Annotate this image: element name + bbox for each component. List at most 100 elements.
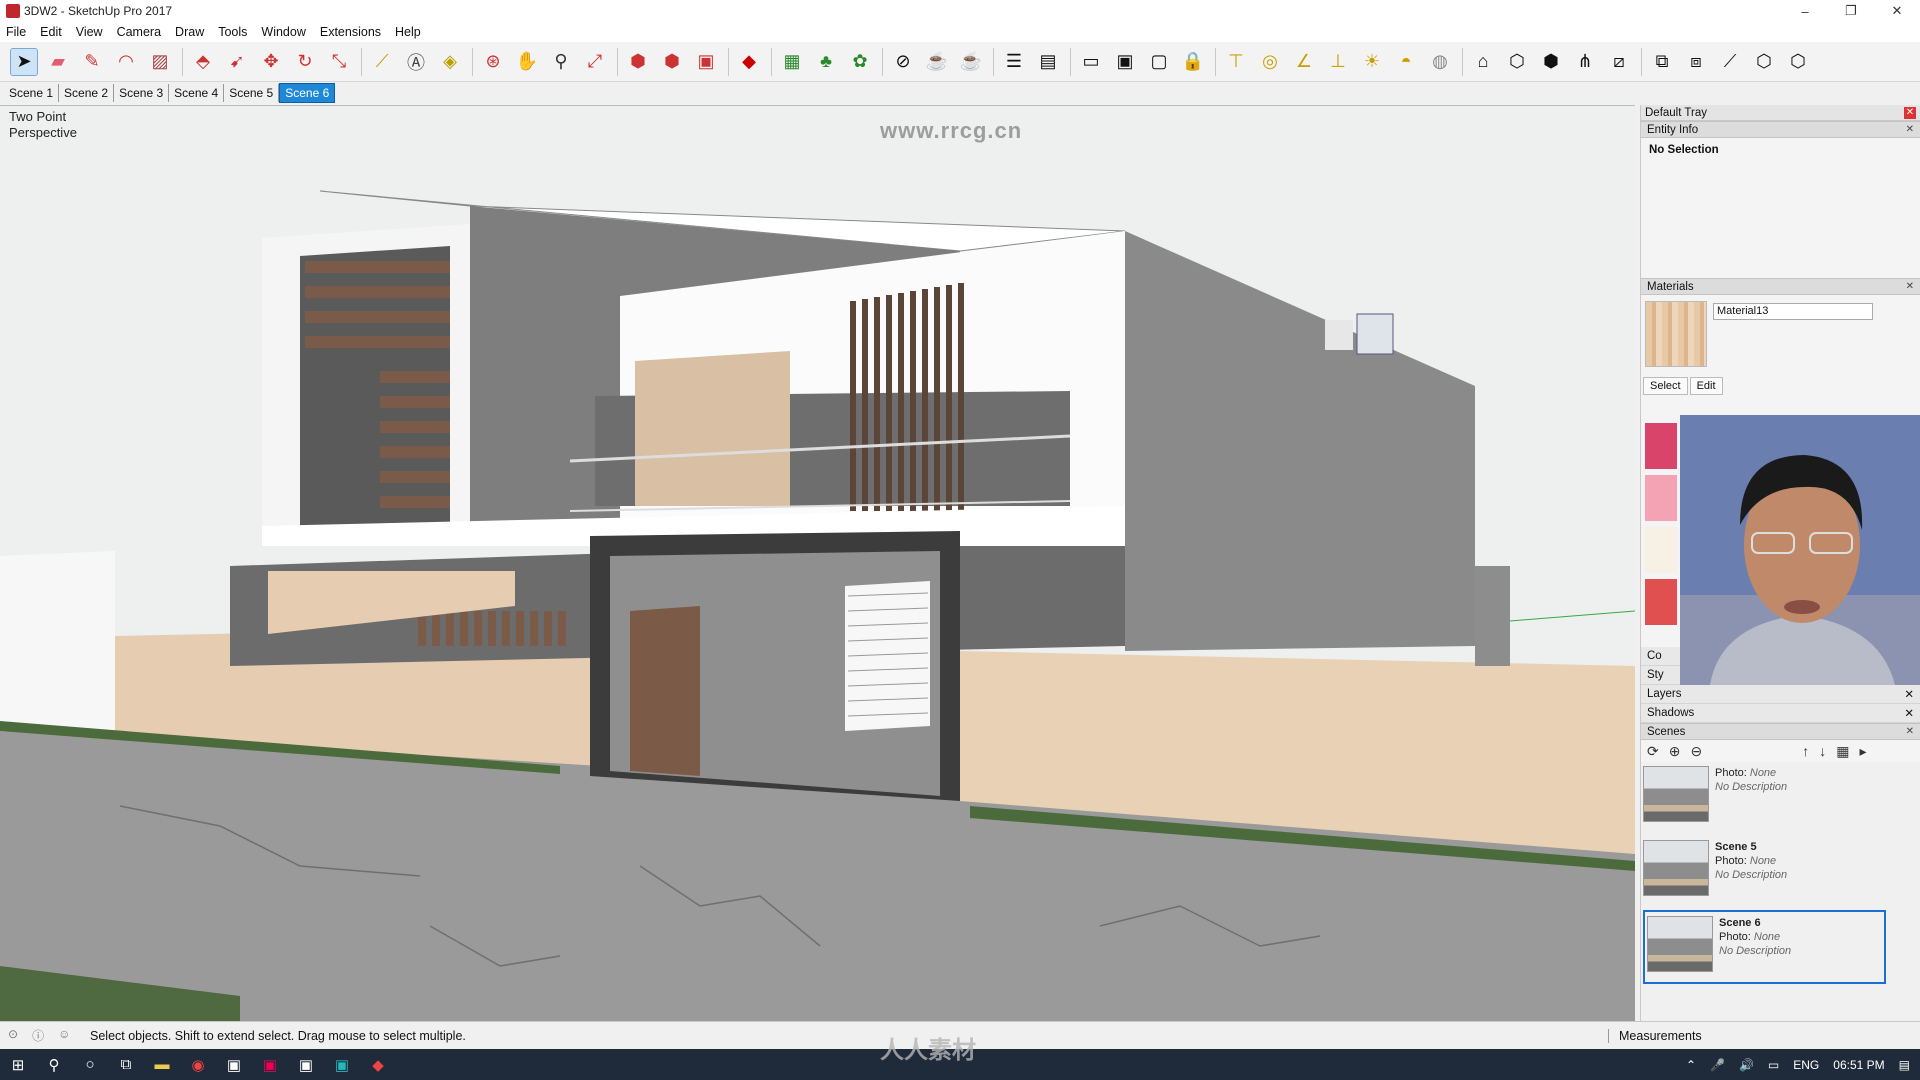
tab-scene-1[interactable]: Scene 1: [4, 84, 60, 102]
tab-select[interactable]: Select: [1643, 377, 1688, 395]
file-explorer-icon[interactable]: ▬: [144, 1049, 180, 1080]
menu-tools[interactable]: Tools: [218, 25, 247, 39]
panel-close-icon[interactable]: ✕: [1906, 726, 1914, 737]
network-icon[interactable]: ▭: [1768, 1058, 1779, 1072]
extension-warehouse-icon[interactable]: ⬢: [658, 48, 686, 76]
material-color-swatch[interactable]: [1645, 527, 1677, 573]
pan-icon[interactable]: ✋: [513, 48, 541, 76]
measurements-box[interactable]: Measurements: [1608, 1028, 1702, 1043]
menu-help[interactable]: Help: [395, 25, 421, 39]
teapot-hand-icon[interactable]: ☕: [957, 48, 985, 76]
select-icon[interactable]: ➤: [10, 47, 38, 76]
scene-list-item[interactable]: Scene 5 Photo: None No Description: [1641, 836, 1920, 910]
circle-icon[interactable]: ◎: [1256, 48, 1284, 76]
chevron-up-icon[interactable]: ⌃: [1686, 1058, 1696, 1072]
arc-icon[interactable]: ◠: [112, 48, 140, 76]
grass-icon[interactable]: ⋔: [1571, 48, 1599, 76]
materials-header[interactable]: Materials ✕: [1641, 278, 1920, 295]
scenes-header[interactable]: Scenes ✕: [1641, 723, 1920, 740]
tab-scene-5[interactable]: Scene 5: [224, 84, 280, 102]
tab-scene-6[interactable]: Scene 6: [279, 83, 336, 103]
lock-icon[interactable]: 🔒: [1179, 48, 1207, 76]
close-button[interactable]: ✕: [1874, 0, 1920, 22]
sketchup-taskbar-icon[interactable]: ◆: [360, 1049, 396, 1080]
box2-icon[interactable]: ⬢: [1537, 48, 1565, 76]
layers-panel-header[interactable]: Layers ✕: [1641, 685, 1920, 704]
stamp-icon[interactable]: ⊤: [1222, 48, 1250, 76]
entity-info-header[interactable]: Entity Info ✕: [1641, 121, 1920, 138]
panel-close-icon[interactable]: ✕: [1906, 281, 1914, 292]
shadows-panel-header[interactable]: Shadows ✕: [1641, 704, 1920, 723]
sun-icon[interactable]: ☀: [1358, 48, 1386, 76]
sandbox-icon[interactable]: ▦: [778, 48, 806, 76]
panel-close-icon[interactable]: ✕: [1906, 124, 1914, 135]
menu-view[interactable]: View: [76, 25, 103, 39]
layout-icon[interactable]: ▣: [692, 48, 720, 76]
material-swatch[interactable]: [1645, 301, 1707, 367]
component-icon[interactable]: ⧈: [1682, 48, 1710, 76]
tray-close-icon[interactable]: ✕: [1904, 106, 1916, 119]
camera-icon[interactable]: ⌂: [1469, 48, 1497, 76]
pencil-icon[interactable]: ✎: [78, 48, 106, 76]
text-icon[interactable]: Ⓐ: [402, 48, 430, 76]
axes-icon[interactable]: ⊥: [1324, 48, 1352, 76]
protractor-icon[interactable]: ∠: [1290, 48, 1318, 76]
tape-measure-icon[interactable]: ⟋: [368, 48, 396, 76]
notifications-icon[interactable]: ▤: [1899, 1058, 1910, 1072]
volume-icon[interactable]: 🔊: [1739, 1058, 1754, 1072]
tab-scene-4[interactable]: Scene 4: [169, 84, 225, 102]
tab-scene-2[interactable]: Scene 2: [59, 84, 115, 102]
tab-edit[interactable]: Edit: [1689, 377, 1723, 395]
iso-icon[interactable]: ⬡: [1750, 48, 1778, 76]
scene-list-item-selected[interactable]: Scene 6 Photo: None No Description: [1643, 910, 1886, 984]
add-scene-icon[interactable]: ⊕: [1669, 743, 1681, 760]
tree-icon[interactable]: ♣: [812, 48, 840, 76]
move-down-icon[interactable]: ↓: [1819, 743, 1826, 759]
move-up-icon[interactable]: ↑: [1802, 743, 1809, 759]
sphere-icon[interactable]: ◍: [1426, 48, 1454, 76]
zoom-icon[interactable]: ⚲: [547, 48, 575, 76]
material-color-swatch[interactable]: [1645, 475, 1677, 521]
material-color-swatch[interactable]: [1645, 579, 1677, 625]
panel-close-icon[interactable]: ✕: [1904, 706, 1914, 720]
language-indicator[interactable]: ENG: [1793, 1058, 1819, 1072]
group-icon[interactable]: ⧉: [1648, 48, 1676, 76]
zoom-extents-icon[interactable]: ⤢: [581, 48, 609, 76]
warehouse-icon[interactable]: ⬢: [624, 48, 652, 76]
menu-camera[interactable]: Camera: [117, 25, 161, 39]
refresh-icon[interactable]: ⟳: [1647, 743, 1659, 760]
window-icon[interactable]: ▭: [1077, 48, 1105, 76]
microphone-icon[interactable]: 🎤: [1710, 1058, 1725, 1072]
scene-list-item[interactable]: Photo: None No Description: [1641, 762, 1920, 836]
line-icon[interactable]: ⟋: [1716, 48, 1744, 76]
clock[interactable]: 06:51 PM: [1833, 1058, 1884, 1072]
tab-scene-3[interactable]: Scene 3: [114, 84, 170, 102]
box-icon[interactable]: ⬡: [1503, 48, 1531, 76]
paint-bucket-icon[interactable]: ◈: [436, 48, 464, 76]
scale-icon[interactable]: ⤡: [325, 48, 353, 76]
drawing-viewport[interactable]: Two Point Perspective www.rrcg.cn: [0, 105, 1635, 1021]
rectangle-icon[interactable]: ▨: [146, 48, 174, 76]
iso2-icon[interactable]: ⬡: [1784, 48, 1812, 76]
cortana-icon[interactable]: ○: [72, 1049, 108, 1080]
follow-me-icon[interactable]: ➹: [223, 48, 251, 76]
restore-button[interactable]: ❐: [1828, 0, 1874, 22]
app2-icon[interactable]: ▣: [252, 1049, 288, 1080]
menu-draw[interactable]: Draw: [175, 25, 204, 39]
menu-file[interactable]: File: [6, 25, 26, 39]
view-options-icon[interactable]: ▦: [1836, 743, 1849, 760]
remove-scene-icon[interactable]: ⊖: [1690, 743, 1702, 760]
eraser-icon[interactable]: ▰: [44, 48, 72, 76]
circle-slash-icon[interactable]: ⊘: [889, 48, 917, 76]
info-icon[interactable]: ⓘ: [32, 1027, 44, 1044]
bush-icon[interactable]: ✿: [846, 48, 874, 76]
teapot-icon[interactable]: ☕: [923, 48, 951, 76]
minimize-button[interactable]: –: [1782, 0, 1828, 22]
window3-icon[interactable]: ▢: [1145, 48, 1173, 76]
details-icon[interactable]: ▸: [1859, 743, 1866, 760]
section-cut-icon[interactable]: ▤: [1034, 48, 1062, 76]
dome-icon[interactable]: ◓: [1392, 48, 1420, 76]
orbit-icon[interactable]: ⊛: [479, 48, 507, 76]
window2-icon[interactable]: ▣: [1111, 48, 1139, 76]
geo-location-icon[interactable]: ⊙: [8, 1027, 18, 1044]
